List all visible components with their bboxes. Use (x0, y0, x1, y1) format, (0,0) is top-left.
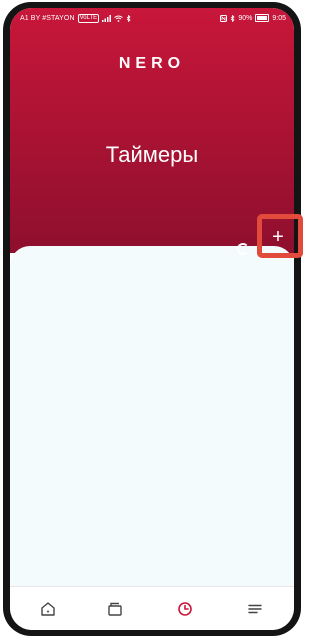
tab-cards[interactable] (95, 587, 135, 630)
cards-icon (108, 602, 122, 616)
nfc-icon (220, 14, 228, 22)
tab-menu[interactable] (235, 587, 275, 630)
app-screen: A1 BY #STAYON VoLTE 90% 9:05 NERO Таймер… (10, 8, 294, 630)
bottom-tabbar (10, 586, 294, 630)
wifi-icon (114, 15, 123, 22)
clock-icon (178, 602, 192, 616)
status-right: 90% 9:05 (220, 14, 286, 22)
history-icon[interactable] (237, 243, 249, 255)
brand-logo: NERO (118, 55, 186, 72)
battery-icon (255, 14, 270, 22)
signal-icon (102, 15, 112, 22)
bluetooth-small-icon (126, 15, 131, 22)
tab-home[interactable] (28, 587, 68, 630)
phone-frame: A1 BY #STAYON VoLTE 90% 9:05 NERO Таймер… (3, 2, 301, 636)
home-icon (41, 602, 55, 616)
page-title: Таймеры (105, 142, 199, 167)
app-header: A1 BY #STAYON VoLTE 90% 9:05 NERO Таймер… (10, 8, 294, 255)
bluetooth-icon (231, 14, 235, 22)
clock-time: 9:05 (272, 14, 286, 22)
status-bar: A1 BY #STAYON VoLTE 90% 9:05 (10, 8, 294, 26)
menu-icon (248, 604, 262, 614)
battery-percent: 90% (238, 14, 253, 22)
tab-timers[interactable] (165, 587, 205, 630)
status-left: A1 BY #STAYON VoLTE (20, 14, 131, 23)
volte-badge: VoLTE (77, 14, 100, 23)
carrier-name: A1 BY #STAYON (20, 15, 75, 22)
add-timer-button[interactable]: + (263, 222, 293, 252)
timers-list-area (10, 246, 294, 586)
